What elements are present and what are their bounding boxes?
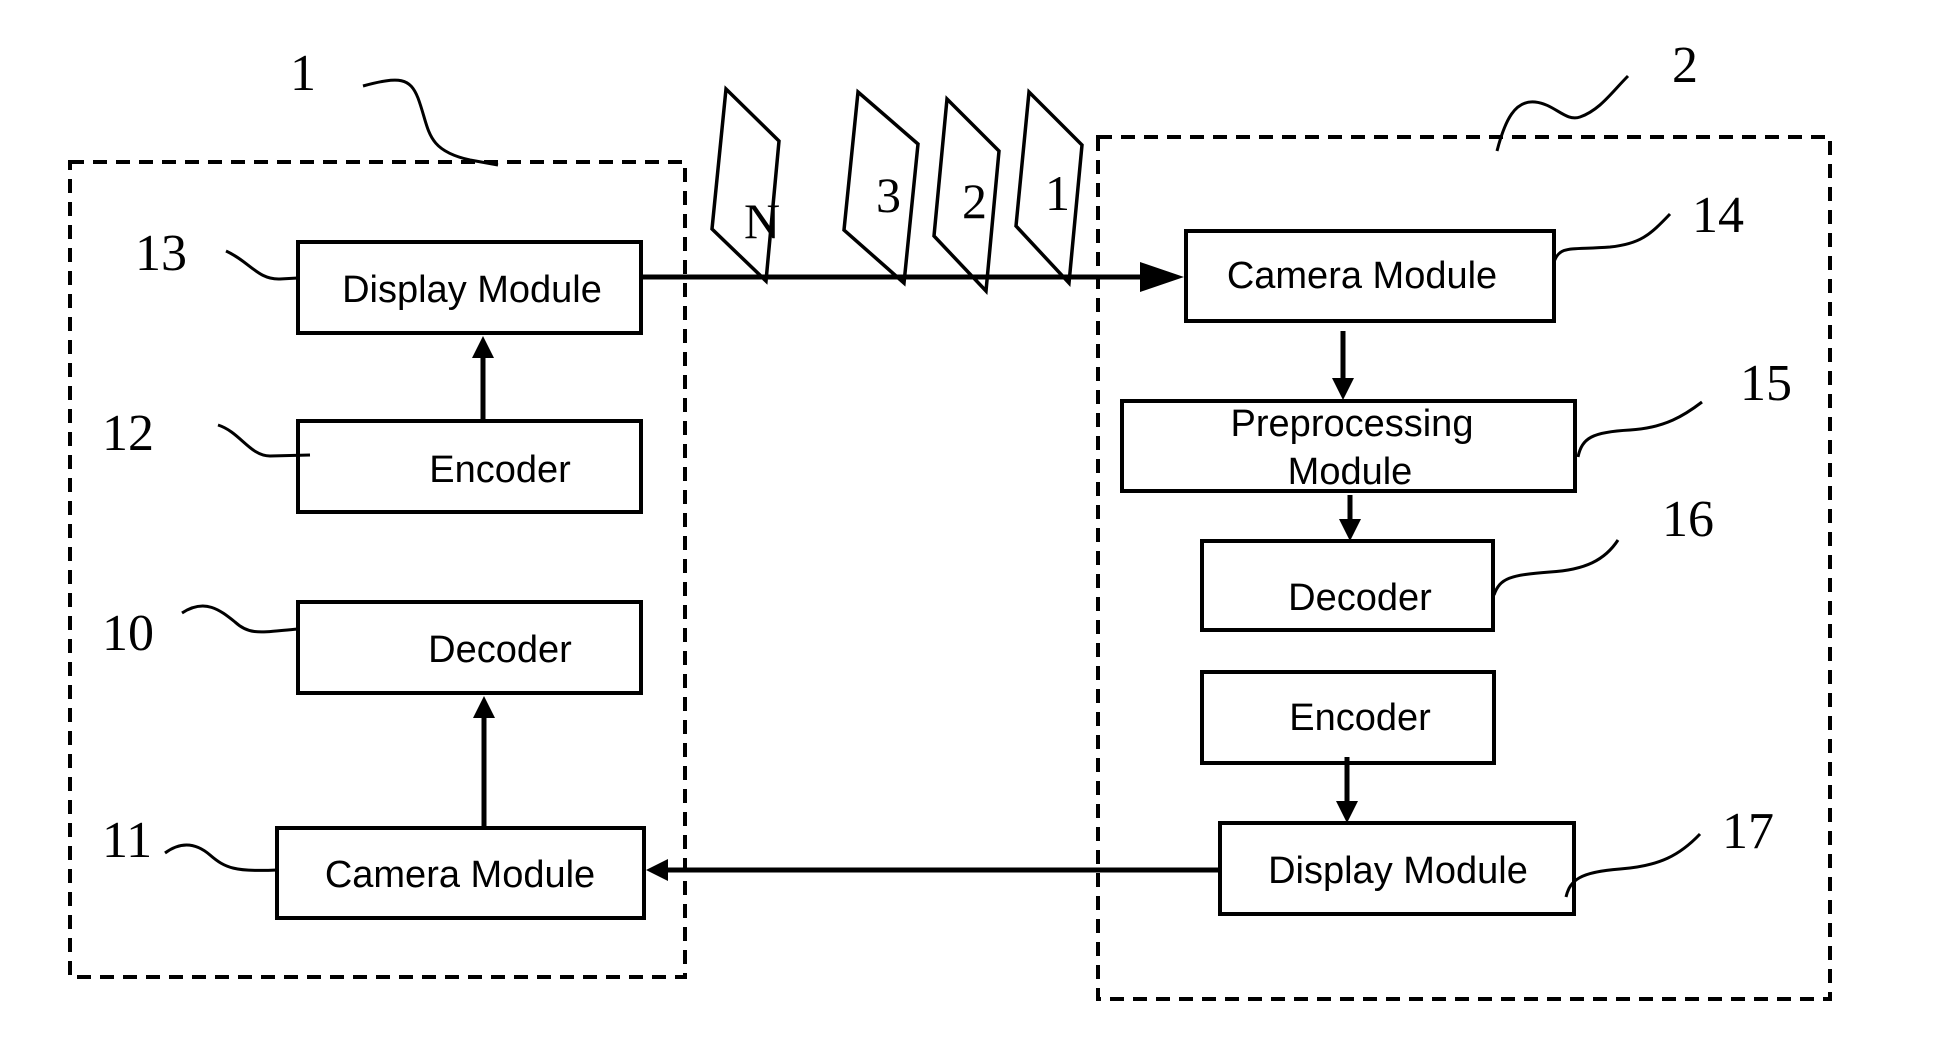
device-2-ref: 2: [1672, 37, 1698, 94]
frame-label: 1: [1045, 165, 1070, 221]
arrowhead-down-icon: [1332, 378, 1354, 400]
frame-transmission: N 3 2 1: [641, 85, 1184, 296]
device-1-decoder: Decoder 10: [102, 600, 643, 695]
ref-14-leader: [1552, 212, 1672, 263]
device-1: 1 Display Module 13 Encoder 12 Decoder 1…: [68, 45, 687, 979]
ref-17: 17: [1722, 803, 1774, 860]
device-2-display-module: Display Module 17: [1218, 803, 1774, 916]
device-2-camera-module: Camera Module 14: [1184, 187, 1744, 323]
display-module-label: Display Module: [1268, 850, 1528, 892]
arrowhead-left-icon: [646, 859, 668, 881]
device-2-leader: [1495, 74, 1630, 152]
device-1-camera-module: Camera Module 11: [102, 812, 646, 920]
ref-17-leader: [1564, 832, 1702, 898]
frame-label: 3: [876, 167, 901, 223]
return-transmission: [646, 859, 1220, 881]
device-1-ref: 1: [290, 45, 316, 102]
frame-N: N: [710, 85, 781, 285]
arrowhead-up-icon: [473, 696, 495, 718]
ref-14: 14: [1692, 187, 1744, 244]
frame-shape: [710, 85, 781, 285]
ref-10-leader: [181, 604, 299, 634]
display-module-label: Display Module: [342, 269, 602, 311]
ref-11: 11: [102, 812, 152, 869]
system-diagram: 1 Display Module 13 Encoder 12 Decoder 1…: [68, 37, 1832, 1001]
ref-15-leader: [1576, 400, 1703, 458]
device-1-display-module: Display Module 13: [135, 225, 643, 335]
device-2-preprocessing-module: Preprocessing Module 15: [1120, 355, 1792, 493]
ref-12: 12: [102, 405, 154, 462]
device-1-leader: [362, 78, 499, 167]
ref-11-leader: [164, 843, 278, 872]
frame-2: 2: [932, 95, 1001, 296]
decoder-label: Decoder: [1288, 577, 1432, 619]
encoder-label: Encoder: [1289, 697, 1431, 739]
arrowhead-down-icon: [1339, 519, 1361, 541]
camera-module-label: Camera Module: [325, 854, 595, 896]
arrowhead-down-icon: [1336, 801, 1358, 823]
ref-16: 16: [1662, 491, 1714, 548]
arrowhead-right-icon: [1140, 262, 1184, 292]
ref-13: 13: [135, 225, 187, 282]
device-2-encoder: Encoder: [1200, 670, 1496, 765]
ref-15: 15: [1740, 355, 1792, 412]
device-1-encoder: Encoder 12: [102, 405, 643, 514]
device-2-decoder: Decoder 16: [1200, 491, 1714, 632]
device-2: 2 Camera Module 14 Preprocessing Module …: [1096, 37, 1832, 1001]
ref-13-leader: [225, 249, 299, 281]
preprocessing-label-line1: Preprocessing: [1231, 403, 1474, 445]
ref-16-leader: [1492, 539, 1620, 596]
preprocessing-label-line2: Module: [1288, 451, 1413, 493]
encoder-label: Encoder: [429, 449, 571, 491]
frame-label: 2: [962, 173, 987, 229]
frame-3: 3: [842, 88, 920, 287]
arrowhead-up-icon: [472, 336, 494, 358]
frame-1: 1: [1014, 88, 1084, 288]
frame-label: N: [744, 193, 780, 249]
camera-module-label: Camera Module: [1227, 255, 1497, 297]
decoder-label: Decoder: [428, 629, 572, 671]
ref-10: 10: [102, 605, 154, 662]
